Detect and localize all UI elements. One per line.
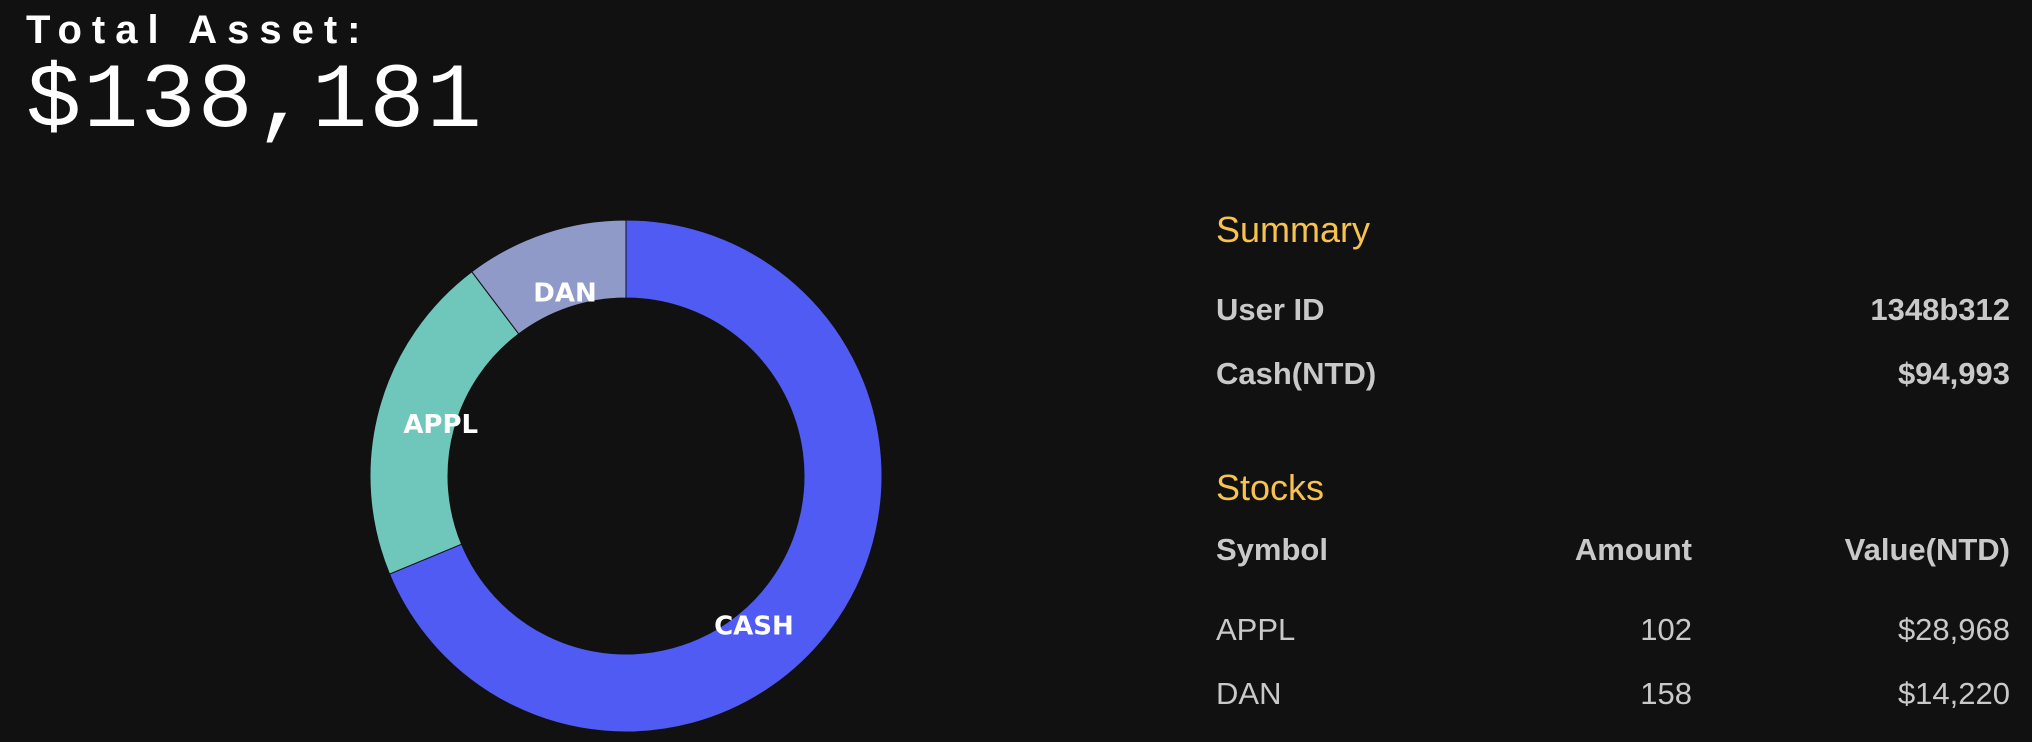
total-asset-label: Total Asset: [26, 8, 371, 52]
header-amount: Amount [1574, 532, 1692, 567]
row-amount: 158 [1640, 676, 1692, 711]
summary-title: Summary [1216, 209, 1371, 250]
slice-label-dan: DAN [533, 278, 596, 308]
user-id-row: User ID 1348b312 [1216, 292, 2010, 336]
asset-donut-chart: CASH APPL DAN [360, 210, 892, 742]
donut-svg: CASH APPL DAN [369, 219, 883, 733]
header-value: Value(NTD) [1844, 532, 2010, 567]
cash-row: Cash(NTD) $94,993 [1216, 356, 2010, 400]
slice-label-cash: CASH [714, 612, 794, 642]
cash-value: $94,993 [1897, 356, 2010, 391]
row-value: $28,968 [1897, 612, 2010, 647]
stocks-title: Stocks [1216, 467, 1325, 508]
header-symbol: Symbol [1216, 532, 1328, 567]
slice-label-appl: APPL [403, 410, 478, 440]
row-amount: 102 [1640, 612, 1692, 647]
row-value: $14,220 [1897, 676, 2010, 711]
user-id-label: User ID [1216, 292, 1325, 327]
total-asset-value: $138,181 [26, 49, 484, 154]
row-symbol: APPL [1216, 612, 1296, 647]
user-id-value: 1348b312 [1870, 292, 2010, 327]
row-symbol: DAN [1216, 676, 1282, 711]
cash-label: Cash(NTD) [1216, 356, 1377, 391]
